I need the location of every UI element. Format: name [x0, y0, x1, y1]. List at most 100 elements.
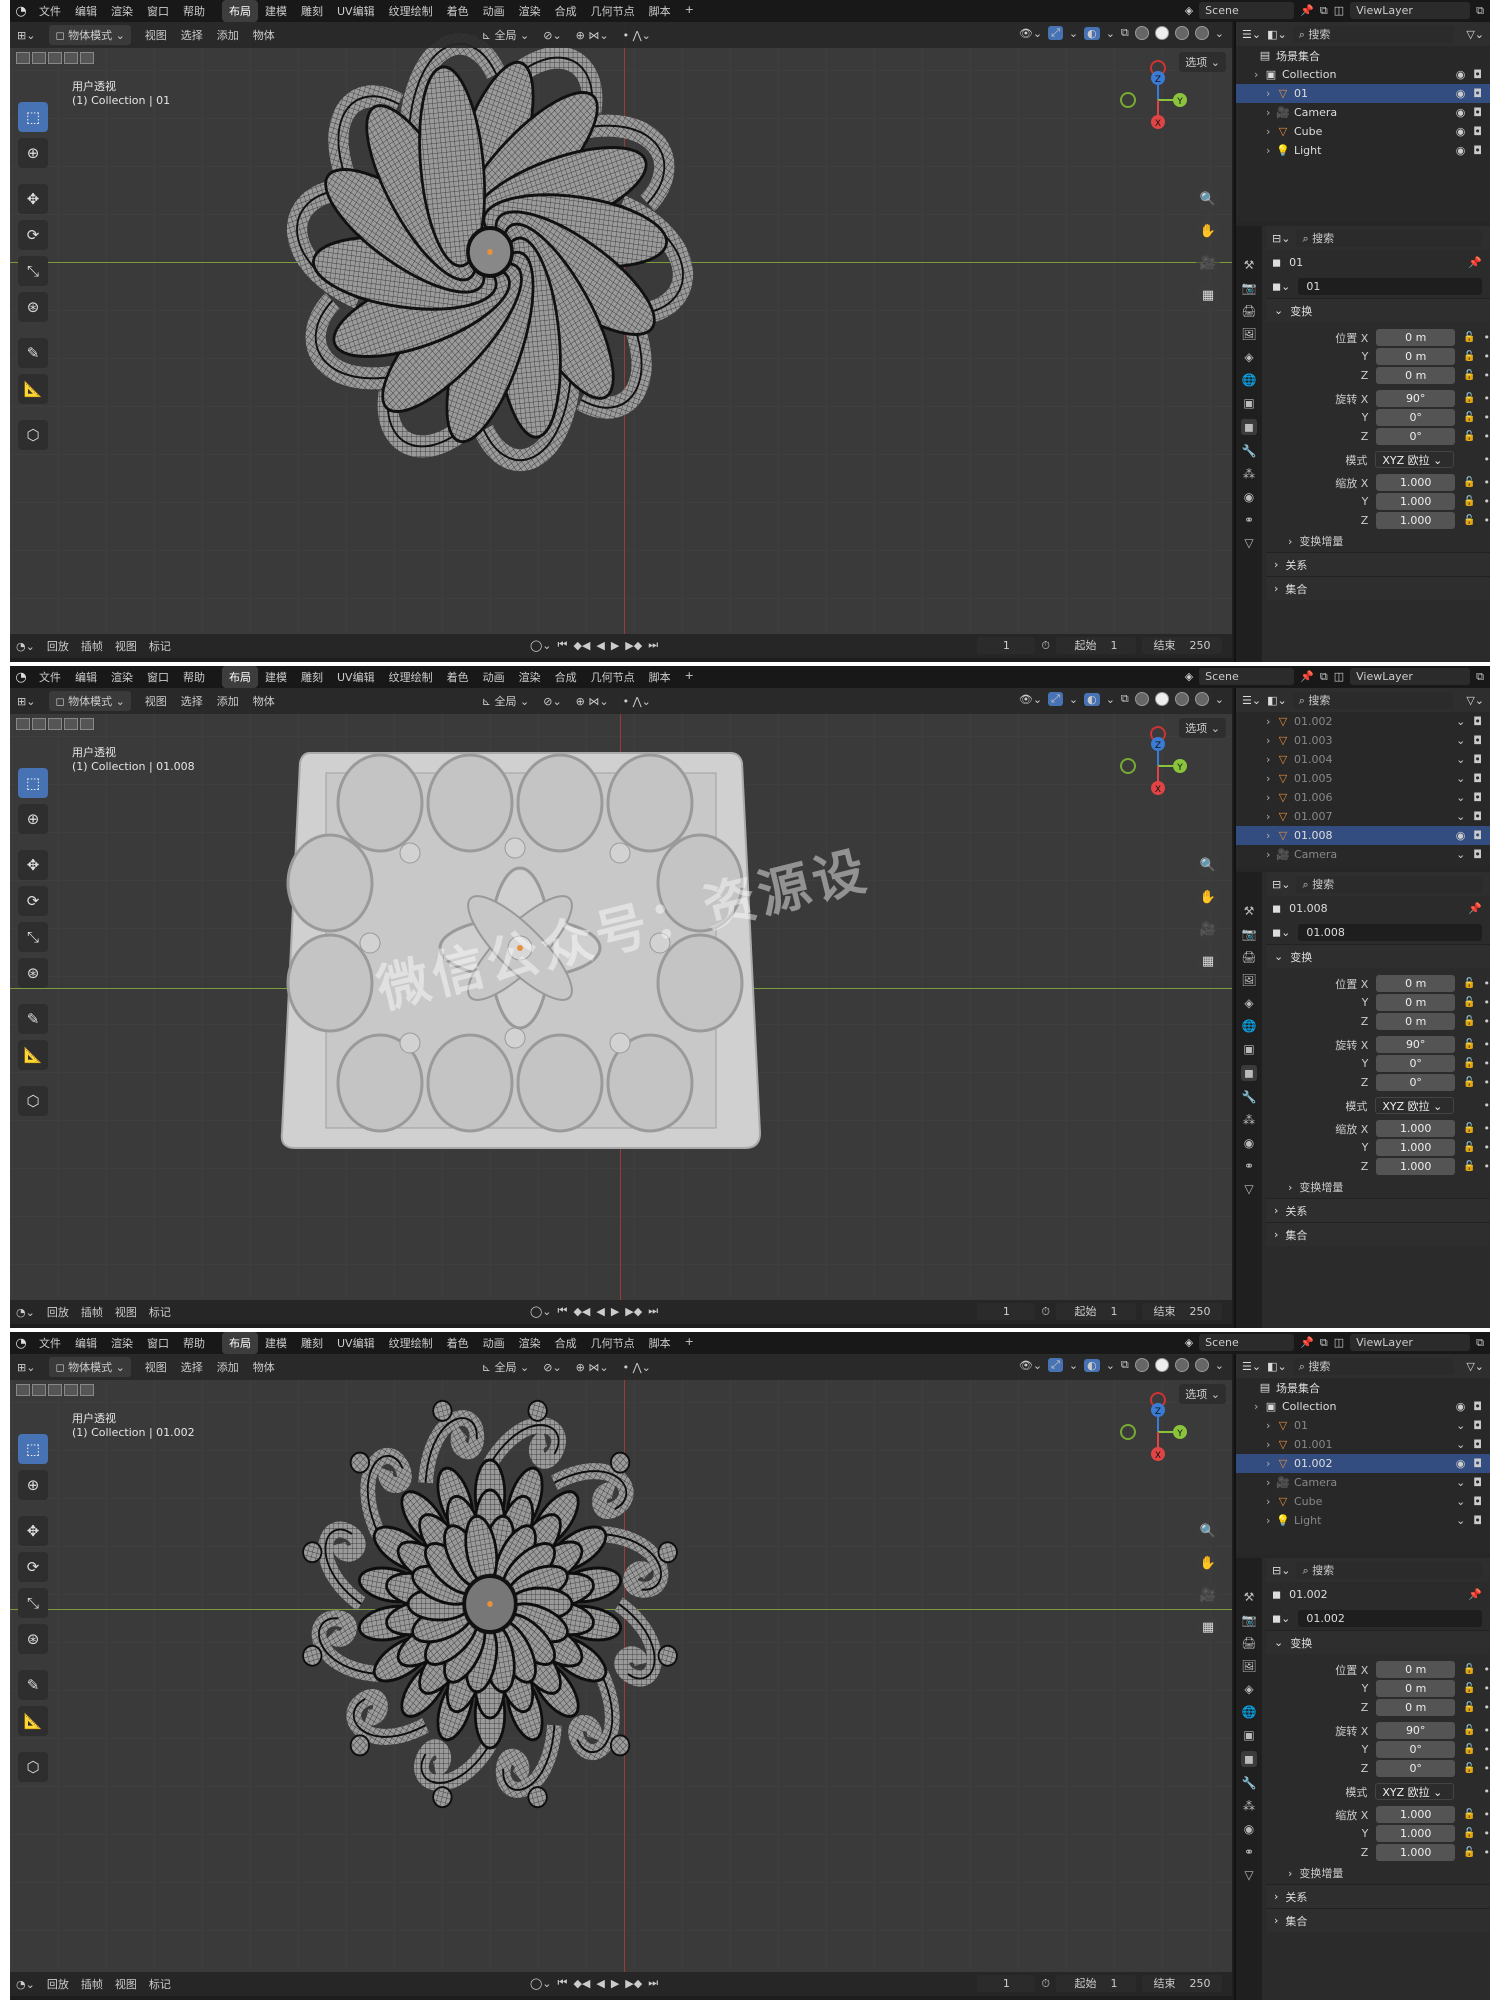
prop-value[interactable]: 90°: [1376, 390, 1456, 407]
properties-search[interactable]: ⌕ 搜索: [1296, 1561, 1482, 1579]
stopwatch-icon[interactable]: ⏱: [1041, 1977, 1050, 1991]
camera-render-icon[interactable]: ◘: [1473, 144, 1482, 157]
select-intersect-icon[interactable]: [80, 718, 94, 730]
overlay-icon[interactable]: ◐: [1084, 26, 1100, 40]
select-subtract-icon[interactable]: [48, 1384, 62, 1396]
prop-value[interactable]: 0°: [1376, 1741, 1456, 1758]
eye-icon[interactable]: ⌄: [1456, 1476, 1465, 1489]
select-extend-icon[interactable]: [32, 52, 46, 64]
output-tab-icon[interactable]: 🖨: [1241, 1636, 1256, 1650]
select-box-icon[interactable]: ⬚: [18, 1434, 48, 1464]
transform-icon[interactable]: ⊛: [18, 958, 48, 988]
gizmo-toggle-icon[interactable]: ⤢: [1048, 1358, 1063, 1372]
new-view-layer-icon[interactable]: ⧉: [1476, 1336, 1484, 1350]
workspace-tab[interactable]: 脚本: [642, 0, 678, 22]
chevron-right-icon[interactable]: ›: [1266, 87, 1276, 100]
keyframe-dot-icon[interactable]: •: [1484, 1701, 1491, 1714]
select-new-icon[interactable]: [16, 718, 30, 730]
properties-editor-icon[interactable]: ⊟⌄: [1272, 232, 1290, 245]
zoom-icon[interactable]: 🔍: [1196, 853, 1220, 877]
world-tab-icon[interactable]: 🌐: [1242, 1019, 1257, 1033]
workspace-tab[interactable]: 着色: [440, 0, 476, 22]
prev-key-icon[interactable]: ◆◀: [573, 639, 590, 652]
new-view-layer-icon[interactable]: ⧉: [1476, 670, 1484, 684]
output-tab-icon[interactable]: 🖨: [1241, 950, 1256, 964]
prop-value[interactable]: 0°: [1376, 409, 1456, 426]
visibility-icon[interactable]: 👁⌄: [1019, 27, 1042, 40]
chevron-right-icon[interactable]: ›: [1254, 68, 1264, 81]
prop-value[interactable]: 1.000: [1376, 512, 1456, 529]
current-frame-field[interactable]: 1: [977, 1975, 1036, 1992]
zoom-icon[interactable]: 🔍: [1196, 1519, 1220, 1543]
select-invert-icon[interactable]: [64, 52, 78, 64]
keyframe-dot-icon[interactable]: •: [1484, 514, 1491, 527]
keyframe-dot-icon[interactable]: •: [1484, 1762, 1491, 1775]
menu-item[interactable]: 编辑: [75, 671, 97, 684]
collection-tab-icon[interactable]: ▣: [1243, 1042, 1254, 1056]
select-new-icon[interactable]: [16, 1384, 30, 1396]
keyframe-dot-icon[interactable]: •: [1484, 331, 1491, 344]
outliner-item-light[interactable]: › 💡 Light ◉ ◘: [1236, 141, 1490, 160]
gizmo-neg-y[interactable]: [1120, 92, 1136, 108]
display-mode-icon[interactable]: ◧⌄: [1267, 694, 1287, 707]
pan-hand-icon[interactable]: ✋: [1196, 885, 1220, 909]
prop-value[interactable]: 0 m: [1376, 1013, 1456, 1030]
menu-item[interactable]: 帮助: [183, 671, 205, 684]
prev-key-icon[interactable]: ◆◀: [573, 1977, 590, 1990]
viewport-menu-item[interactable]: 选择: [181, 27, 203, 43]
eye-icon[interactable]: ⌄: [1456, 1438, 1465, 1451]
workspace-tab[interactable]: 几何节点: [584, 0, 642, 22]
object-browse-icon[interactable]: ◼⌄: [1272, 926, 1290, 939]
new-view-layer-icon[interactable]: ⧉: [1476, 4, 1484, 18]
outliner-item-mesh[interactable]: › ▽ 01.003 ⌄ ◘: [1236, 731, 1490, 750]
relations-section-header[interactable]: › 关系: [1266, 1198, 1490, 1222]
outliner-item-mesh[interactable]: › ▽ 01.008 ◉ ◘: [1236, 826, 1490, 845]
view-layer-icon[interactable]: ◫: [1334, 1336, 1344, 1349]
rendered-shading-icon[interactable]: [1194, 1358, 1209, 1372]
camera-render-icon[interactable]: ◘: [1473, 810, 1482, 823]
chevron-right-icon[interactable]: ›: [1266, 715, 1276, 728]
editor-type-icon[interactable]: ⊞⌄: [17, 695, 35, 708]
outliner-item-mesh[interactable]: › ▽ 01.004 ⌄ ◘: [1236, 750, 1490, 769]
new-scene-icon[interactable]: ⧉: [1320, 4, 1328, 18]
jump-end-icon[interactable]: ⏭: [648, 1304, 658, 1318]
viewport-menu-item[interactable]: 视图: [145, 693, 167, 709]
add-cube-icon[interactable]: ⬡: [18, 1752, 48, 1782]
delta-transform-header[interactable]: › 变换增量: [1266, 1176, 1490, 1198]
prop-value[interactable]: 1.000: [1376, 1844, 1456, 1861]
outliner-editor-icon[interactable]: ☰⌄: [1242, 28, 1261, 41]
keyframe-dot-icon[interactable]: •: [1484, 996, 1491, 1009]
workspace-tab[interactable]: 合成: [548, 1332, 584, 1354]
menu-item[interactable]: 窗口: [147, 5, 169, 18]
blender-logo-icon[interactable]: ◔: [10, 1336, 32, 1351]
timeline-menu-item[interactable]: 回放: [47, 1976, 69, 1992]
pin-icon[interactable]: 📌: [1468, 902, 1482, 915]
transform-icon[interactable]: ⊛: [18, 1624, 48, 1654]
scene-icon[interactable]: ◈: [1185, 1336, 1193, 1349]
collections-section-header[interactable]: › 集合: [1266, 1222, 1490, 1246]
eye-icon[interactable]: ◉: [1456, 125, 1466, 138]
data-tab-icon[interactable]: ▽: [1244, 536, 1253, 550]
cursor-icon[interactable]: ⊕: [18, 1470, 48, 1500]
constraints-tab-icon[interactable]: ⚭: [1244, 513, 1254, 527]
tool-tab-icon[interactable]: ⚒: [1244, 1590, 1255, 1604]
outliner-item-collection[interactable]: › ▣ Collection ◉ ◘: [1236, 1397, 1490, 1416]
tool-tab-icon[interactable]: ⚒: [1244, 904, 1255, 918]
workspace-tab[interactable]: 纹理绘制: [382, 1332, 440, 1354]
camera-render-icon[interactable]: ◘: [1473, 1476, 1482, 1489]
lock-icon[interactable]: 🔓: [1463, 1702, 1475, 1713]
relations-section-header[interactable]: › 关系: [1266, 1884, 1490, 1908]
timeline-editor-icon[interactable]: ◔⌄: [16, 640, 35, 653]
viewport-menu-item[interactable]: 选择: [181, 693, 203, 709]
chevron-right-icon[interactable]: ›: [1266, 1438, 1276, 1451]
lock-icon[interactable]: 🔓: [1463, 393, 1475, 404]
chevron-right-icon[interactable]: ›: [1266, 867, 1276, 868]
viewport-menu-item[interactable]: 视图: [145, 27, 167, 43]
keyframe-dot-icon[interactable]: •: [1484, 1663, 1491, 1676]
timeline-menu-item[interactable]: 插帧: [81, 638, 103, 654]
timeline-menu-item[interactable]: 视图: [115, 1304, 137, 1320]
lock-icon[interactable]: 🔓: [1463, 1077, 1475, 1088]
lock-icon[interactable]: 🔓: [1463, 997, 1475, 1008]
outliner-item-mesh[interactable]: › ▽ 01.002 ◉ ◘: [1236, 1454, 1490, 1473]
camera-render-icon[interactable]: ◘: [1473, 87, 1482, 100]
